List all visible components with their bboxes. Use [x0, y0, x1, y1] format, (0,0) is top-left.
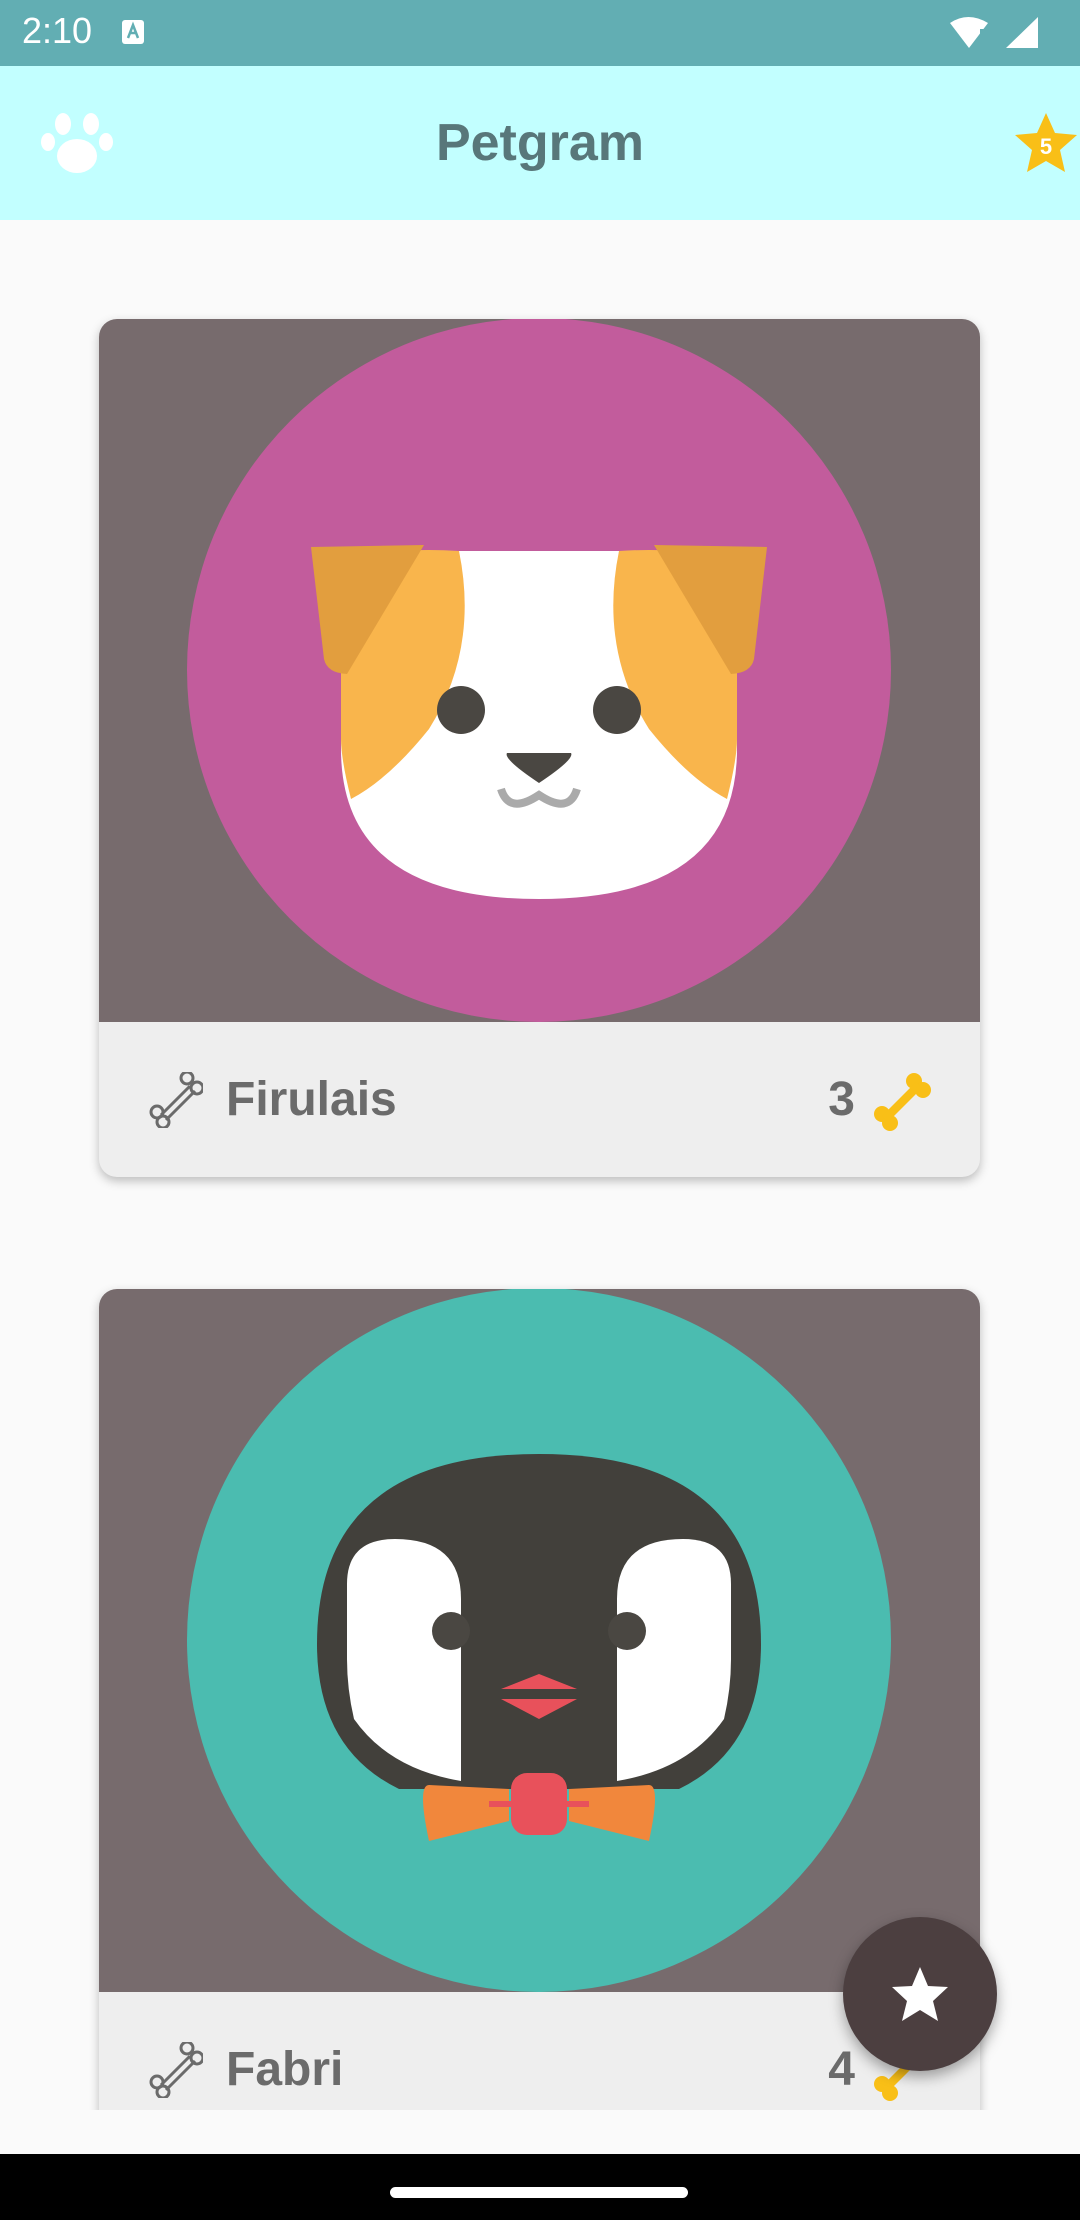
like-count: 3 [828, 1073, 855, 1126]
bone-outline-icon [147, 1070, 205, 1133]
star-icon [892, 1967, 948, 2021]
star-badge-icon[interactable]: 5 [1012, 110, 1080, 183]
status-time: 2:10 [22, 10, 93, 51]
dog-avatar [187, 319, 891, 1022]
card-footer: Firulais 3 [99, 1022, 980, 1177]
wifi-signal-icon [950, 17, 1038, 48]
pet-name: Firulais [226, 1073, 397, 1126]
penguin-avatar [187, 1289, 891, 1992]
post-card[interactable]: Firulais 3 [99, 319, 980, 1177]
pet-name: Fabri [226, 2043, 344, 2096]
star-count: 5 [1040, 134, 1052, 159]
status-bar: 2:10 [0, 0, 1080, 66]
favorites-fab-button[interactable] [843, 1917, 997, 2071]
pet-image[interactable] [99, 1289, 980, 1992]
pet-image[interactable] [99, 319, 980, 1022]
accessibility-a-icon [121, 19, 145, 50]
home-indicator[interactable] [390, 2187, 688, 2198]
status-icons [948, 15, 1044, 56]
bone-outline-icon [147, 2040, 205, 2103]
system-navigation-bar [0, 2154, 1080, 2220]
like-count: 4 [828, 2043, 855, 2096]
post-feed[interactable]: Firulais 3 Fabri 4 [0, 220, 1080, 2110]
bone-like-icon[interactable] [872, 1072, 932, 1137]
app-bar: Petgram 5 [0, 66, 1080, 220]
app-title: Petgram [435, 114, 645, 172]
